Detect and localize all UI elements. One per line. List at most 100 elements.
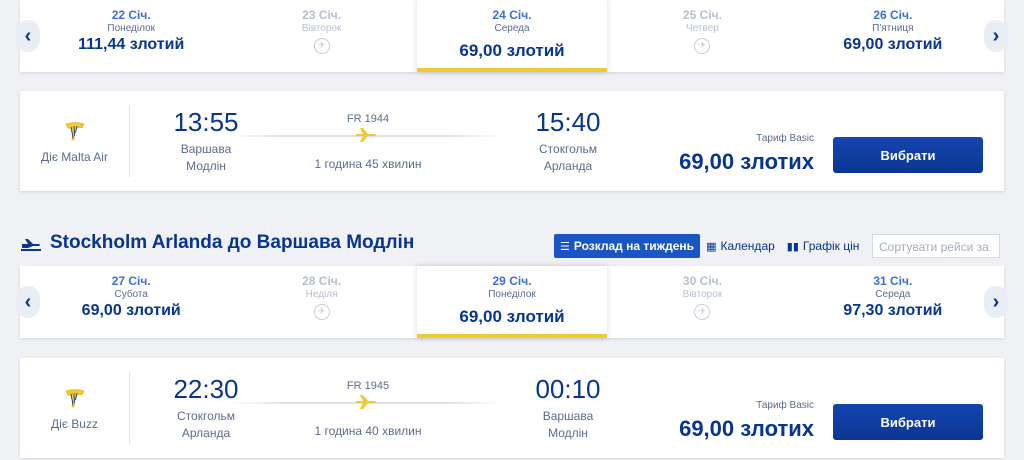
fare-type: Тариф Basic <box>756 133 814 144</box>
departure-city: Стокгольм <box>177 409 235 423</box>
ryanair-harp-icon <box>65 122 84 141</box>
date-cell-selected[interactable]: 29 Січ. Понеділок 69,00 злотий <box>416 266 608 338</box>
departure-airport: Арланда <box>181 426 231 440</box>
date-price: 69,00 злотий <box>81 302 181 319</box>
date-cell: 23 Січ. Вівторок ✈ <box>226 0 416 72</box>
flight-number: FR 1944 <box>346 113 390 125</box>
date-day: 25 <box>682 8 697 22</box>
tab-price-chart[interactable]: ▮▮ Графік цін <box>781 234 866 258</box>
weekday: Субота <box>114 289 148 300</box>
arrival-place: Варшава Модлін <box>518 408 618 442</box>
date-price: 111,44 злотий <box>78 36 185 53</box>
plane-icon <box>356 128 376 142</box>
view-tabs: ☰ Розклад на тиждень ▦ Календар ▮▮ Графік ц… <box>554 234 865 258</box>
select-flight-button[interactable]: Вибрати <box>833 137 983 173</box>
no-flight-icon: ✈ <box>313 304 330 320</box>
tab-weekly-schedule[interactable]: ☰ Розклад на тиждень <box>554 234 701 258</box>
select-flight-button[interactable]: Вибрати <box>833 404 983 440</box>
inbound-date-strip: ‹ 27 Січ. Субота 69,00 злотий 28 Січ. Не… <box>16 266 1008 338</box>
date-price: 97,30 злотий <box>843 302 943 319</box>
operator-name: Діє Malta Air <box>41 150 108 164</box>
weekday: П'ятниця <box>872 23 914 34</box>
date-month: Січ. <box>699 8 722 22</box>
operator-block: Діє Buzz <box>20 372 130 444</box>
arrival-airport: Арланда <box>543 159 593 173</box>
date-cell[interactable]: 26 Січ. П'ятниця 69,00 злотий <box>798 0 988 72</box>
date-cell[interactable]: 31 Січ. Середа 97,30 злотий <box>798 266 988 338</box>
calendar-icon: ▦ <box>706 240 717 253</box>
outbound-flight-card: Діє Malta Air 13:55 Варшава Модлін FR 194… <box>20 91 1004 191</box>
bar-chart-icon: ▮▮ <box>786 240 799 253</box>
departure-time: 22:30 <box>173 374 239 404</box>
date-day: 22 <box>111 8 126 22</box>
date-day: 27 <box>111 274 126 288</box>
return-route-title: Stockholm Arlanda до Варшава Модлін <box>50 232 415 253</box>
chevron-left-icon: ‹ <box>24 24 32 47</box>
date-price: 69,00 злотий <box>459 41 565 60</box>
weekday: Четвер <box>686 23 719 34</box>
date-month: Січ. <box>509 274 532 288</box>
outbound-date-strip: ‹ 22 Січ. Понеділок 111,44 злотий 23 Січ… <box>16 0 1008 72</box>
chevron-right-icon: › <box>992 290 1000 313</box>
sort-flights-select[interactable]: Сортувати рейси за <box>872 234 1000 258</box>
date-price: 69,00 злотий <box>459 307 565 326</box>
date-month: Січ. <box>128 8 151 22</box>
plane-icon <box>356 395 376 409</box>
arrival-city: Варшава <box>542 409 594 423</box>
arrival-city: Стокгольм <box>539 142 597 156</box>
date-cell-selected[interactable]: 24 Січ. Середа 69,00 злотий <box>416 0 608 72</box>
weekday: Вівторок <box>682 289 723 300</box>
date-day: 24 <box>492 8 506 22</box>
date-cell: 30 Січ. Вівторок ✈ <box>607 266 797 338</box>
date-cell[interactable]: 27 Січ. Субота 69,00 злотий <box>36 266 226 338</box>
date-cell[interactable]: 22 Січ. Понеділок 111,44 злотий <box>36 0 226 72</box>
arrival-place: Стокгольм Арланда <box>518 141 618 175</box>
tab-label: Графік цін <box>802 239 860 253</box>
tab-label: Розклад на тиждень <box>573 239 695 253</box>
departure-time: 13:55 <box>173 107 239 137</box>
ryanair-harp-icon <box>65 389 84 408</box>
departure-place: Стокгольм Арланда <box>156 408 256 442</box>
departure-airport: Модлін <box>186 159 226 173</box>
arrival-time: 15:40 <box>535 107 601 137</box>
date-day: 26 <box>873 8 887 22</box>
departure-city: Варшава <box>180 142 232 156</box>
flight-duration: 1 година 45 хвилин <box>314 157 422 171</box>
inbound-flight-card: Діє Buzz 22:30 Стокгольм Арланда FR 1945 … <box>20 358 1004 458</box>
chevron-left-icon: ‹ <box>24 290 32 313</box>
date-month: Січ. <box>509 8 532 22</box>
no-flight-icon: ✈ <box>694 38 711 54</box>
date-day: 29 <box>492 274 506 288</box>
date-month: Січ. <box>890 274 913 288</box>
date-month: Січ. <box>128 274 151 288</box>
flight-duration: 1 година 40 хвилин <box>314 424 422 438</box>
flight-number: FR 1945 <box>346 380 390 392</box>
next-dates-button[interactable]: › <box>984 286 1008 318</box>
operator-block: Діє Malta Air <box>20 105 130 177</box>
date-day: 31 <box>873 274 887 288</box>
date-month: Січ. <box>318 274 342 288</box>
fare-type: Тариф Basic <box>756 400 814 411</box>
weekday: Неділя <box>305 289 338 300</box>
date-cell: 28 Січ. Неділя ✈ <box>226 266 416 338</box>
plane-icon <box>21 239 41 251</box>
date-cell: 25 Січ. Четвер ✈ <box>607 0 797 72</box>
fare-price: 69,00 злотих <box>679 149 814 174</box>
arrival-time: 00:10 <box>535 374 601 404</box>
list-icon: ☰ <box>560 240 570 253</box>
chevron-right-icon: › <box>992 24 1000 47</box>
operator-name: Діє Buzz <box>51 417 98 431</box>
date-day: 28 <box>302 274 316 288</box>
weekday: Вівторок <box>301 23 342 34</box>
no-flight-icon: ✈ <box>694 304 711 320</box>
tab-calendar[interactable]: ▦ Календар <box>700 234 781 258</box>
arrival-airport: Модлін <box>548 426 588 440</box>
no-flight-icon: ✈ <box>313 38 330 54</box>
departure-place: Варшава Модлін <box>156 141 256 175</box>
weekday: Середа <box>494 23 530 34</box>
date-day: 30 <box>682 274 697 288</box>
next-dates-button[interactable]: › <box>984 20 1008 52</box>
date-price: 69,00 злотий <box>843 36 943 53</box>
date-month: Січ. <box>318 8 342 22</box>
date-day: 23 <box>302 8 316 22</box>
